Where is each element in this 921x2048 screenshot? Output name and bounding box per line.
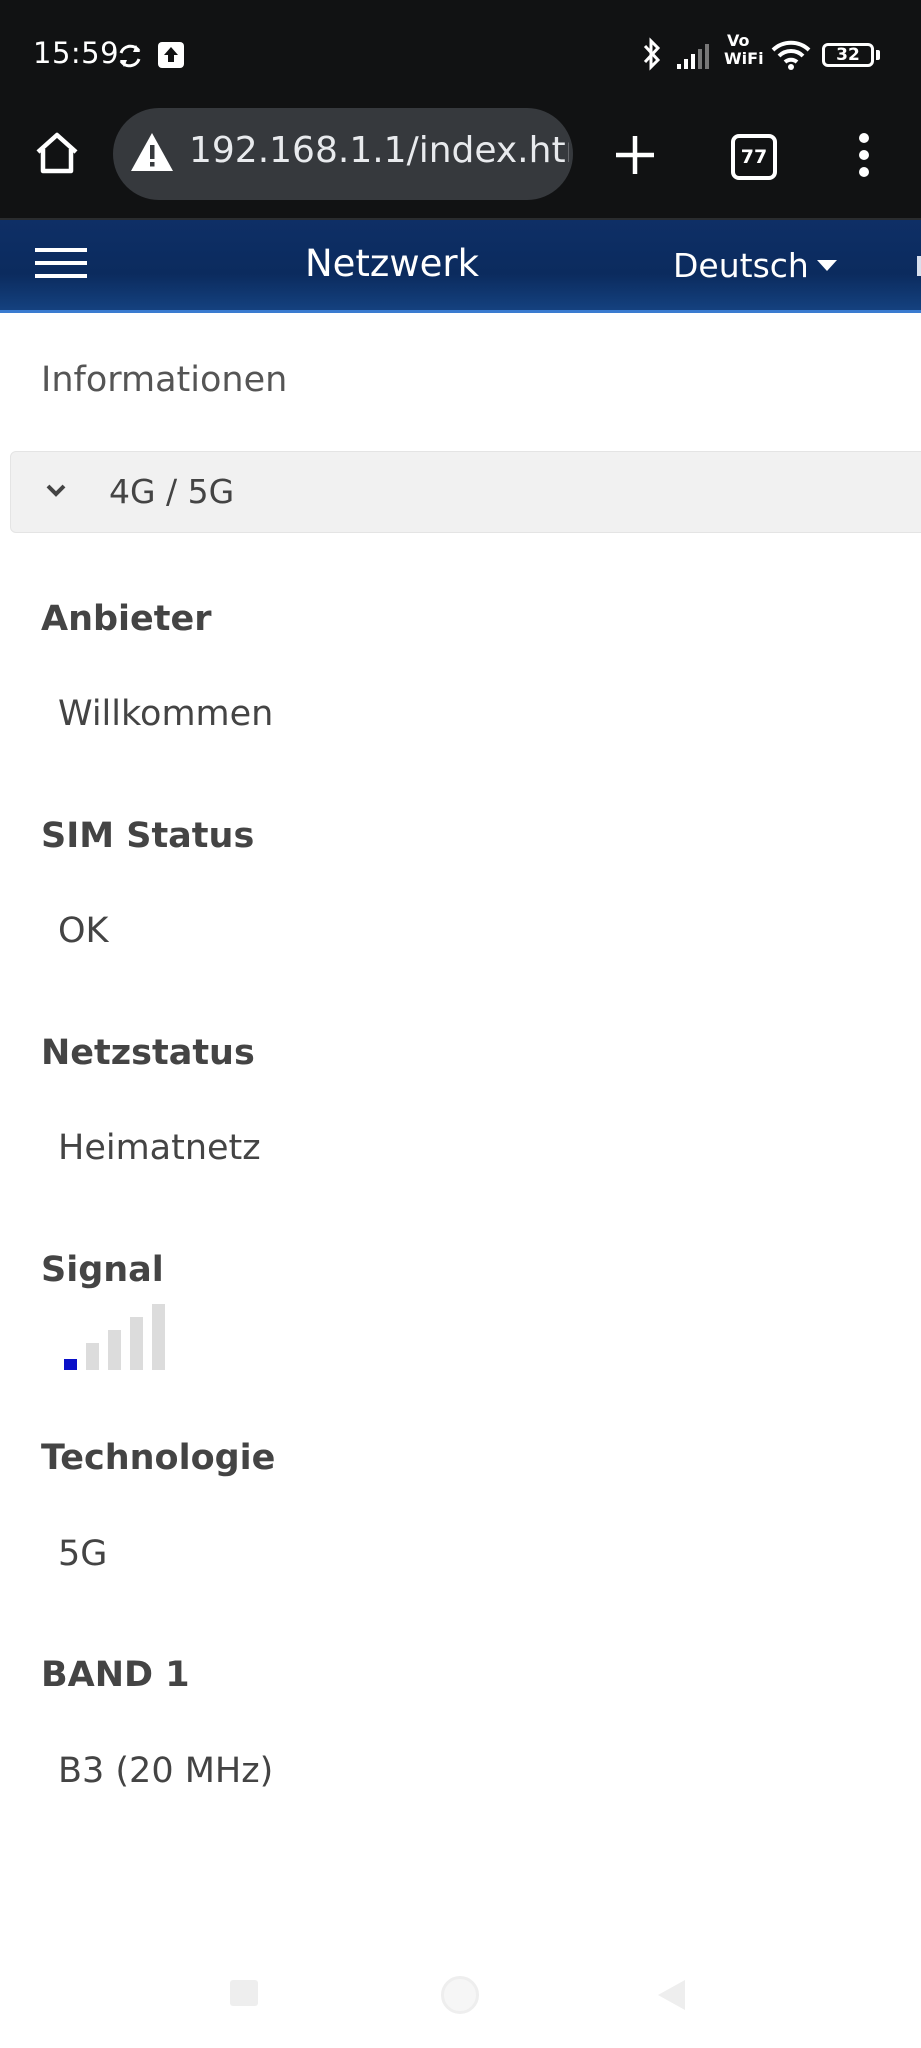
accordion-label: 4G / 5G	[109, 472, 235, 511]
field-value: OK	[58, 911, 109, 951]
recents-square-icon[interactable]	[230, 1980, 258, 2006]
signal-bar	[64, 1359, 77, 1370]
field-label: Technologie	[41, 1438, 276, 1478]
field-label: SIM Status	[41, 816, 255, 856]
battery-icon: 32	[822, 43, 874, 67]
battery-tip	[876, 50, 880, 60]
language-selector[interactable]: Deutsch	[673, 246, 809, 285]
field-value: B3 (20 MHz)	[58, 1751, 274, 1791]
battery-level-text: 32	[836, 45, 860, 65]
page-title: Netzwerk	[304, 242, 480, 285]
header-edge-marker	[917, 256, 921, 276]
signal-bar	[108, 1330, 121, 1370]
chevron-down-icon[interactable]	[45, 483, 67, 499]
vowifi-bottom-text: WiFi	[724, 49, 764, 68]
field-label: Anbieter	[41, 599, 212, 639]
vowifi-icon: Vo WiFi	[724, 32, 764, 76]
more-vertical-icon[interactable]	[854, 130, 874, 180]
tab-switcher-button[interactable]: 77	[731, 134, 777, 180]
bluetooth-icon	[643, 37, 661, 71]
cell-signal-icon	[677, 44, 709, 69]
wifi-icon	[771, 40, 811, 70]
home-circle-icon[interactable]	[441, 1976, 479, 2014]
signal-bar	[86, 1343, 99, 1370]
url-text[interactable]: 192.168.1.1/index.htm	[189, 130, 569, 171]
sync-icon	[119, 44, 141, 68]
tab-count: 77	[740, 146, 768, 168]
signal-bar	[130, 1317, 143, 1370]
accordion-header[interactable]: 4G / 5G	[10, 451, 921, 533]
field-label: Signal	[41, 1250, 164, 1290]
status-time: 15:59	[33, 36, 120, 70]
field-value: Willkommen	[58, 694, 274, 734]
browser-toolbar: 192.168.1.1/index.htm 77	[0, 108, 921, 220]
signal-bar	[152, 1304, 165, 1370]
vowifi-top-text: Vo	[727, 31, 750, 50]
app-header: Netzwerk Deutsch	[0, 220, 921, 313]
status-bar: 15:59 Vo WiFi 32	[0, 0, 921, 108]
section-title: Informationen	[41, 360, 288, 400]
signal-strength-indicator	[64, 1304, 184, 1370]
home-icon[interactable]	[32, 128, 82, 178]
upload-icon	[158, 42, 184, 68]
address-bar[interactable]: 192.168.1.1/index.htm	[113, 108, 573, 200]
plus-icon[interactable]	[612, 132, 658, 178]
chevron-down-icon[interactable]	[817, 260, 837, 271]
back-triangle-icon[interactable]	[655, 1978, 687, 2012]
field-value: 5G	[58, 1534, 108, 1574]
warning-icon[interactable]	[129, 130, 175, 174]
field-label: BAND 1	[41, 1655, 190, 1695]
field-value: Heimatnetz	[58, 1128, 261, 1168]
field-label: Netzstatus	[41, 1033, 255, 1073]
